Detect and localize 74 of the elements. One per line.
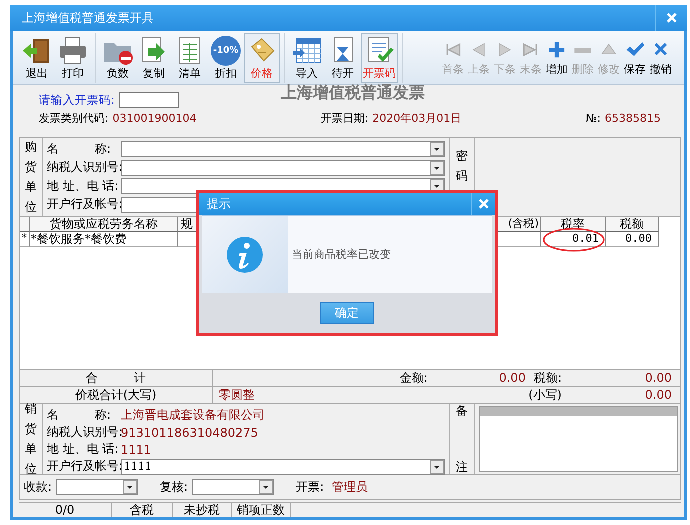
field-label: 地 址、电 话:	[47, 178, 120, 195]
toolbar-button[interactable]: 导入	[289, 32, 325, 82]
close-icon	[666, 12, 678, 24]
toolbar-button[interactable]: -10% 折扣	[208, 32, 244, 82]
total-label: 合 计	[20, 370, 213, 386]
dropdown-caret-icon	[259, 480, 274, 494]
field-label: 名 称:	[47, 140, 112, 158]
code-prompt-label: 请输入开票码:	[39, 92, 115, 108]
toolbar-button[interactable]: 撤销	[648, 36, 674, 78]
field-label: 名 称:	[47, 407, 112, 424]
toolbar-button[interactable]: 退出	[19, 32, 55, 82]
remarks-field[interactable]	[479, 406, 678, 472]
dropdown-caret-icon	[430, 160, 444, 175]
amount-label: 金额:	[400, 370, 428, 386]
toolbar-button[interactable]: 价格	[244, 32, 280, 82]
tax-label: 税额:	[534, 370, 562, 386]
window-title: 上海增值税普通发票开具	[22, 10, 154, 26]
close-icon	[478, 198, 490, 210]
signer-label: 收款:	[24, 478, 52, 496]
dropdown-caret-icon	[123, 480, 138, 494]
column-header: 货物或应税劳务名称	[30, 217, 178, 232]
toolbar-button[interactable]: 待开	[325, 32, 361, 82]
type-code-label: 发票类别代码:	[39, 110, 109, 126]
buyer-dropdown-field[interactable]	[121, 160, 445, 176]
dialog-message: 当前商品税率已改变	[291, 247, 391, 263]
field-value: 上海晋电成套设备有限公司	[121, 407, 265, 424]
total-figures-value: 0.00	[644, 388, 672, 402]
field-label: 地 址、电 话:	[47, 441, 120, 458]
status-cell: 销项正数	[232, 503, 291, 517]
toolbar-button[interactable]: 复制	[136, 32, 172, 82]
buyer-dropdown-field[interactable]	[121, 141, 445, 158]
printer-icon	[57, 34, 89, 66]
discount-badge-icon: -10%	[211, 36, 241, 66]
table-cell: 0.00	[606, 232, 659, 247]
amount-value: 0.00	[498, 371, 526, 385]
toolbar-button[interactable]: 保存	[622, 36, 648, 78]
signer-dropdown[interactable]	[192, 479, 274, 495]
bank-account-dropdown[interactable]: 1111	[121, 458, 445, 474]
status-cell: 含税	[112, 503, 173, 517]
info-icon	[226, 236, 264, 274]
tax-total-value: 0.00	[644, 371, 672, 385]
toolbar-button[interactable]: 增加	[544, 36, 570, 78]
signer-dropdown[interactable]	[56, 479, 138, 495]
status-cell: 0/0	[19, 503, 112, 517]
signer-label: 复核:	[160, 478, 188, 496]
toolbar-button[interactable]: 清单	[172, 32, 208, 82]
toolbar-button[interactable]: 负数	[100, 32, 136, 82]
table-cell: 0.01	[541, 232, 606, 247]
field-label: 纳税人识别号:	[47, 424, 121, 441]
column-header: 税率	[541, 217, 606, 232]
seller-side-label: 销货单位	[20, 404, 43, 474]
invoice-code-field[interactable]	[118, 92, 179, 108]
dialog-title: 提示	[207, 196, 231, 212]
buyer-side-label: 购货单位	[20, 138, 43, 216]
date-label: 开票日期:	[320, 110, 369, 126]
signer-value: 管理员	[332, 478, 368, 496]
invoice-heading: 上海增值税普通发票	[281, 83, 425, 104]
signer-label: 开票:	[296, 478, 324, 496]
total-words-value: 零圆整	[219, 386, 255, 404]
minus-icon	[574, 48, 592, 52]
field-value: 1111	[121, 442, 152, 456]
toolbar-button[interactable]: 开票码	[361, 32, 398, 82]
toolbar-button[interactable]: 打印	[55, 32, 91, 82]
total-figures-label: (小写)	[528, 386, 562, 404]
number-value: 65385815	[604, 112, 661, 124]
table-cell: *餐饮服务*餐饮费	[30, 232, 178, 247]
column-header: 税额	[606, 217, 659, 232]
status-cell: 未抄税	[173, 503, 232, 517]
total-words-label: 价税合计(大写)	[20, 387, 213, 403]
dropdown-caret-icon	[430, 142, 444, 156]
date-value: 2020年03月01日	[372, 110, 462, 126]
remarks-label: 备注	[449, 404, 475, 474]
type-code-value: 031001900104	[112, 112, 197, 124]
number-label: №:	[586, 112, 601, 124]
